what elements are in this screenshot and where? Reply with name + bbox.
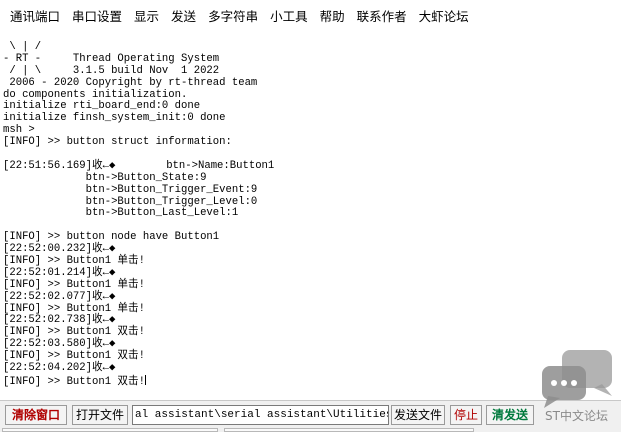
menu-multi-string[interactable]: 多字符串 <box>202 0 264 34</box>
send-file-button[interactable]: 发送文件 <box>391 405 445 425</box>
terminal-line: [22:52:04.202]收←◆ <box>3 362 116 375</box>
terminal-line: [INFO] >> button struct information: <box>3 136 232 149</box>
terminal-line-text: [INFO] >> Button1 双击! <box>3 375 145 388</box>
open-file-button[interactable]: 打开文件 <box>72 405 128 425</box>
terminal-line: btn->Button_State:9 <box>3 171 207 184</box>
menu-serial-settings[interactable]: 串口设置 <box>66 0 128 34</box>
text-caret <box>144 374 146 385</box>
status-strip <box>224 428 474 432</box>
terminal-line: [22:51:56.169]收←◆ btn->Name:Button1 <box>3 159 275 172</box>
terminal-line: 2006 - 2020 Copyright by rt-thread team <box>3 76 258 89</box>
bottom-toolbar: 清除窗口 打开文件 al assistant\serial assistant\… <box>0 400 621 432</box>
menu-forum[interactable]: 大虾论坛 <box>413 0 475 34</box>
terminal-line-last: [INFO] >> Button1 双击! <box>3 374 621 388</box>
file-path-input[interactable]: al assistant\serial assistant\Utilities.… <box>132 405 389 425</box>
terminal-line: btn->Button_Trigger_Event:9 <box>3 183 258 196</box>
receive-text-area[interactable]: \ | / - RT - Thread Operating System / |… <box>0 34 621 400</box>
terminal-line: initialize finsh_system_init:0 done <box>3 112 226 125</box>
clear-send-button[interactable]: 清发送 <box>486 405 534 425</box>
menu-bar: 通讯端口 串口设置 显示 发送 多字符串 小工具 帮助 联系作者 大虾论坛 <box>0 0 621 34</box>
status-strip <box>2 428 218 432</box>
clear-window-button[interactable]: 清除窗口 <box>5 405 67 425</box>
stop-button[interactable]: 停止 <box>450 405 482 425</box>
menu-send[interactable]: 发送 <box>165 0 202 34</box>
terminal-line: / | \ 3.1.5 build Nov 1 2022 <box>3 64 220 77</box>
menu-display[interactable]: 显示 <box>128 0 165 34</box>
terminal-line: - RT - Thread Operating System <box>3 52 220 65</box>
terminal-line: [22:52:02.077]收←◆ <box>3 290 116 303</box>
watermark-text: ST中文论坛 <box>545 409 608 423</box>
menu-contact-author[interactable]: 联系作者 <box>351 0 413 34</box>
menu-help[interactable]: 帮助 <box>314 0 351 34</box>
menu-comm-port[interactable]: 通讯端口 <box>4 0 66 34</box>
terminal-line: [INFO] >> Button1 单击! <box>3 278 145 291</box>
terminal-line: btn->Button_Last_Level:1 <box>3 207 239 220</box>
menu-tools[interactable]: 小工具 <box>264 0 314 34</box>
